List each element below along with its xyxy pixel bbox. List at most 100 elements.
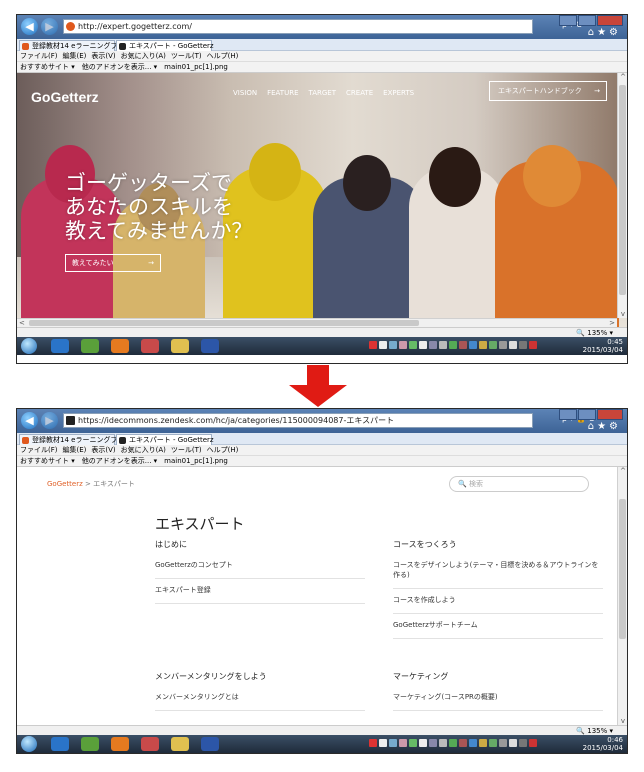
tray-icon[interactable] (489, 341, 497, 349)
gogetterz-logo[interactable]: GoGetterz (31, 89, 99, 105)
article-link[interactable]: メンバーメンタリングとは (155, 686, 365, 711)
menu-favorites[interactable]: お気に入り(A) (121, 446, 166, 454)
minimize-icon[interactable] (559, 409, 577, 420)
menu-file[interactable]: ファイル(F) (20, 446, 58, 454)
tray-icon[interactable] (379, 341, 387, 349)
hscroll-thumb[interactable] (29, 320, 419, 326)
scroll-left-icon[interactable]: < (19, 319, 25, 327)
star-icon[interactable]: ★ (597, 27, 609, 38)
tray-icon[interactable] (419, 341, 427, 349)
scroll-down-icon[interactable]: v (618, 310, 627, 318)
tray-icon[interactable] (379, 739, 387, 747)
tray-icon[interactable] (479, 341, 487, 349)
tray-icon[interactable] (389, 341, 397, 349)
chrome-icon[interactable] (111, 339, 129, 353)
paint-icon[interactable] (141, 339, 159, 353)
close-window-icon[interactable] (597, 409, 623, 420)
tray-icon[interactable] (479, 739, 487, 747)
favorite-image[interactable]: main01_pc[1].png (164, 63, 228, 71)
tray-icon[interactable] (419, 739, 427, 747)
favorite-recommended[interactable]: おすすめサイト ▾ (20, 457, 75, 465)
tab-elearning[interactable]: 登録教材14 eラーニングプ... (19, 434, 124, 445)
tray-icon[interactable] (399, 739, 407, 747)
article-link[interactable]: コースをデザインしよう(テーマ・目標を決める＆アウトラインを作る) (393, 554, 603, 589)
nav-experts[interactable]: EXPERTS (383, 89, 414, 97)
folder-icon[interactable] (171, 339, 189, 353)
vertical-scrollbar[interactable]: ^ v (617, 73, 627, 318)
scroll-thumb[interactable] (619, 499, 626, 639)
home-icon[interactable]: ⌂ (588, 27, 597, 38)
word-icon[interactable] (201, 737, 219, 751)
favorite-addons[interactable]: 他のアドオンを表示... ▾ (82, 457, 157, 465)
taskbar-clock[interactable]: 0:46 2015/03/04 (583, 736, 623, 752)
maximize-icon[interactable] (578, 15, 596, 26)
zoom-level[interactable]: 🔍 135% ▾ (576, 727, 613, 735)
back-icon[interactable]: ◀ (21, 18, 38, 35)
scroll-thumb[interactable] (619, 85, 626, 295)
section-heading[interactable]: メンバーメンタリングをしよう (155, 671, 365, 682)
nav-vision[interactable]: VISION (233, 89, 257, 97)
menu-edit[interactable]: 編集(E) (63, 446, 87, 454)
tray-icon[interactable] (409, 739, 417, 747)
tray-icon[interactable] (449, 341, 457, 349)
vertical-scrollbar[interactable]: ^ v (617, 467, 627, 725)
favorite-addons[interactable]: 他のアドオンを表示... ▾ (82, 63, 157, 71)
tray-icon[interactable] (519, 341, 527, 349)
back-icon[interactable]: ◀ (21, 412, 38, 429)
section-heading[interactable]: コースをつくろう (393, 539, 603, 550)
address-bar[interactable]: http://expert.gogetterz.com/ (63, 19, 533, 34)
forward-icon[interactable]: ▶ (41, 18, 58, 35)
taskbar-clock[interactable]: 0:45 2015/03/04 (583, 338, 623, 354)
gear-icon[interactable]: ⚙ (609, 27, 621, 38)
menu-tools[interactable]: ツール(T) (171, 446, 202, 454)
menu-help[interactable]: ヘルプ(H) (207, 52, 239, 60)
menu-file[interactable]: ファイル(F) (20, 52, 58, 60)
horizontal-scrollbar[interactable]: < > (17, 318, 617, 327)
tray-icon[interactable] (459, 739, 467, 747)
tray-icon[interactable] (429, 341, 437, 349)
article-link[interactable]: コースを作成しよう (393, 589, 603, 614)
ie-icon[interactable] (51, 339, 69, 353)
tray-icon[interactable] (469, 739, 477, 747)
article-link[interactable]: マーケティング(コースPRの概要) (393, 686, 603, 711)
teach-cta-button[interactable]: 教えてみたい → (65, 254, 161, 272)
scroll-down-icon[interactable]: v (618, 717, 627, 725)
menu-view[interactable]: 表示(V) (91, 446, 115, 454)
tray-icon[interactable] (499, 739, 507, 747)
tray-icon[interactable] (369, 341, 377, 349)
chrome-icon[interactable] (111, 737, 129, 751)
menu-help[interactable]: ヘルプ(H) (207, 446, 239, 454)
tray-icon[interactable] (509, 739, 517, 747)
article-link[interactable]: エキスパート登録 (155, 579, 365, 604)
word-icon[interactable] (201, 339, 219, 353)
nav-create[interactable]: CREATE (346, 89, 373, 97)
tray-icon[interactable] (519, 739, 527, 747)
tray-icon[interactable] (399, 341, 407, 349)
section-heading[interactable]: はじめに (155, 539, 365, 550)
search-input[interactable]: 🔍 検索 (449, 476, 589, 492)
address-bar[interactable]: https://idecommons.zendesk.com/hc/ja/cat… (63, 413, 533, 428)
tray-icon[interactable] (439, 739, 447, 747)
tray-icon[interactable] (509, 341, 517, 349)
start-button-icon[interactable] (21, 338, 37, 354)
tab-gogetterz[interactable]: エキスパート - GoGetterz (116, 434, 214, 445)
article-link[interactable]: GoGetterzのコンセプト (155, 554, 365, 579)
app-icon[interactable] (81, 339, 99, 353)
maximize-icon[interactable] (578, 409, 596, 420)
tray-icon[interactable] (389, 739, 397, 747)
tray-icon[interactable] (369, 739, 377, 747)
tray-icon[interactable] (449, 739, 457, 747)
scroll-up-icon[interactable]: ^ (618, 467, 627, 475)
zoom-level[interactable]: 🔍 135% ▾ (576, 329, 613, 337)
app-icon[interactable] (81, 737, 99, 751)
folder-icon[interactable] (171, 737, 189, 751)
tab-gogetterz[interactable]: エキスパート - GoGetterz (116, 40, 214, 51)
nav-target[interactable]: TARGET (309, 89, 337, 97)
ie-icon[interactable] (51, 737, 69, 751)
tray-icon[interactable] (489, 739, 497, 747)
favorite-image[interactable]: main01_pc[1].png (164, 457, 228, 465)
menu-tools[interactable]: ツール(T) (171, 52, 202, 60)
menu-favorites[interactable]: お気に入り(A) (121, 52, 166, 60)
breadcrumb-home[interactable]: GoGetterz (47, 480, 83, 488)
forward-icon[interactable]: ▶ (41, 412, 58, 429)
